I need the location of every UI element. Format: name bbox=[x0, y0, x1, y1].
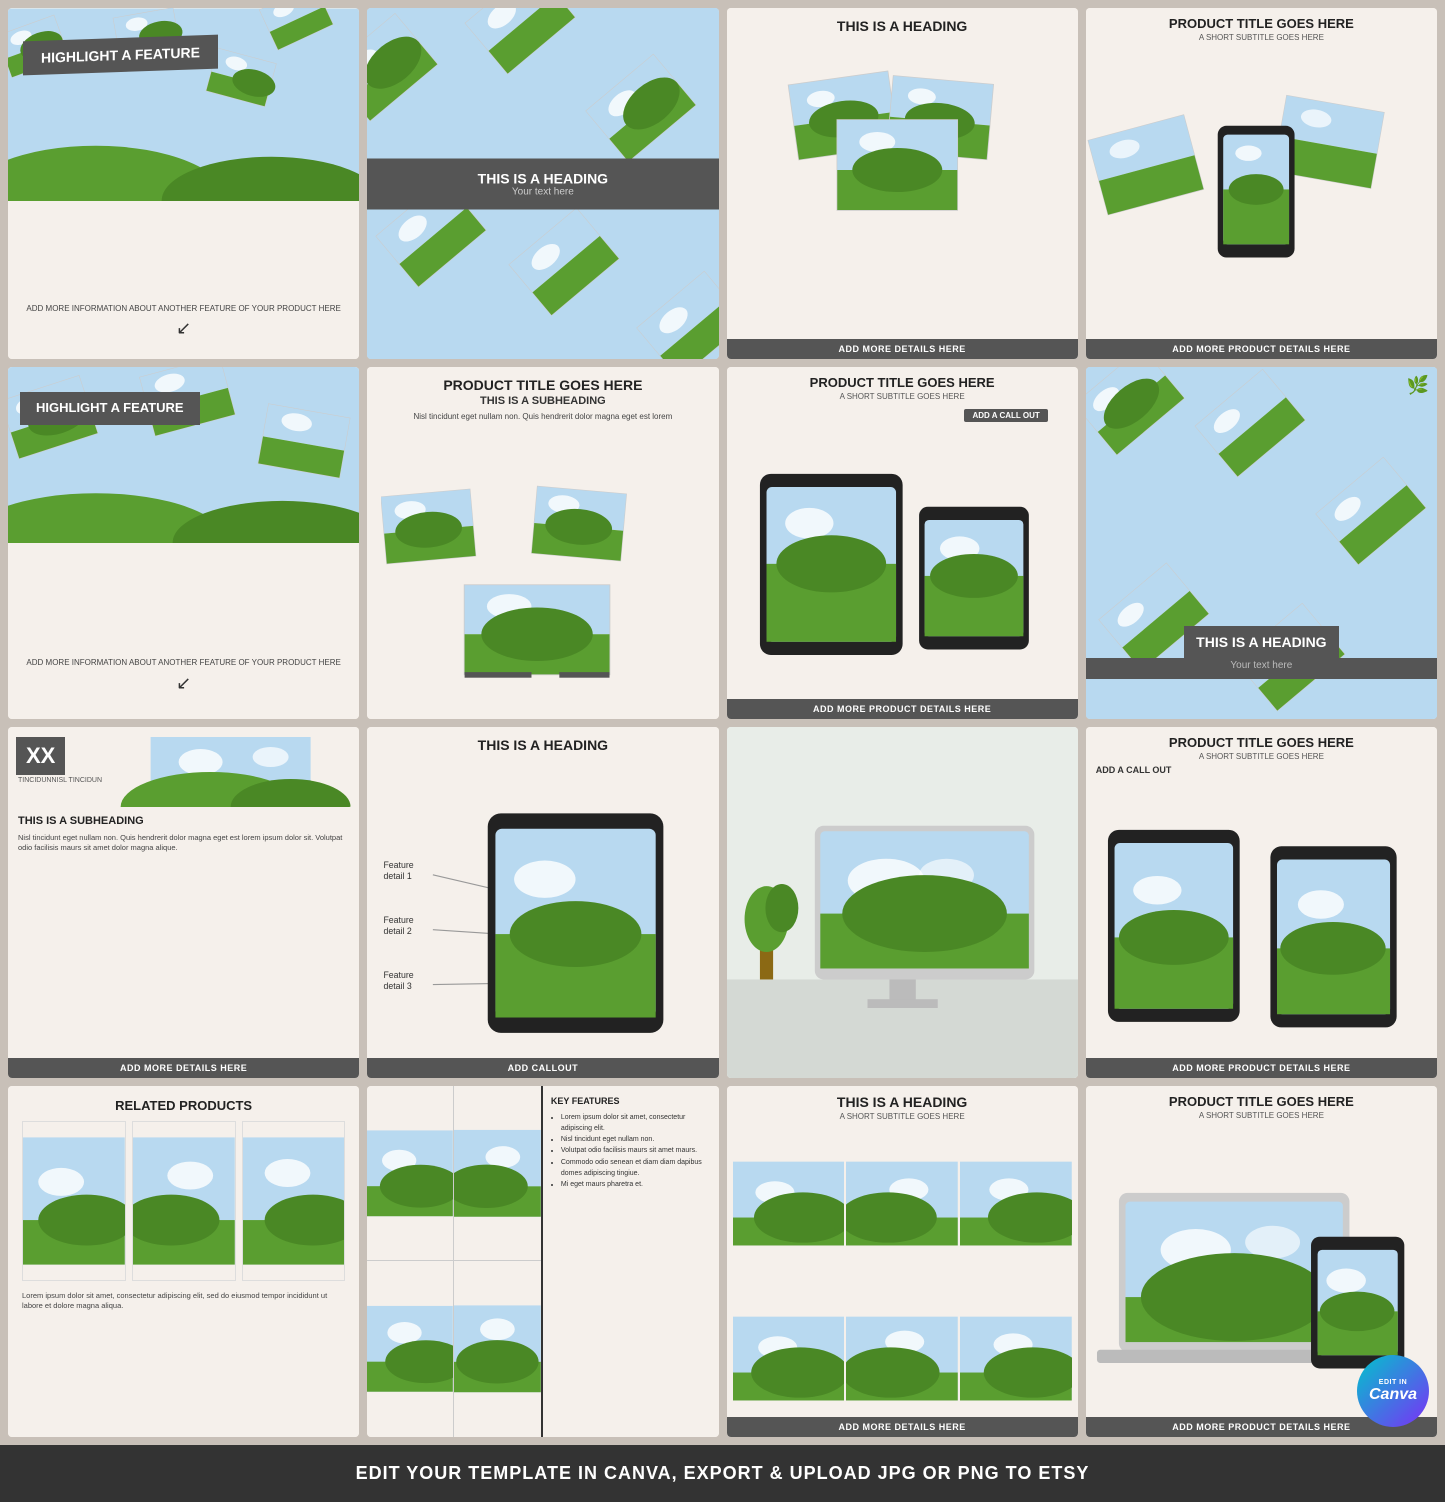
svg-text:detail 3: detail 3 bbox=[384, 980, 412, 990]
card15-footer: ADD MORE DETAILS HERE bbox=[727, 1417, 1078, 1437]
card12-svg bbox=[1086, 779, 1437, 1078]
card15-img3 bbox=[960, 1127, 1072, 1280]
card4-title: PRODUCT TITLE GOES HERE bbox=[1086, 8, 1437, 33]
card16-title: PRODUCT TITLE GOES HERE bbox=[1086, 1086, 1437, 1111]
card13-img3 bbox=[243, 1122, 345, 1280]
card-monitor-scene bbox=[727, 727, 1078, 1078]
card2-heading: THIS IS A HEADING bbox=[367, 170, 718, 186]
canva-brand-label: Canva bbox=[1369, 1386, 1417, 1404]
card-heading-details: THIS IS A HEADING bbox=[727, 8, 1078, 359]
card-key-features: KEY FEATURES Lorem ipsum dolor sit amet,… bbox=[367, 1086, 718, 1437]
card9-landscape-svg bbox=[110, 737, 351, 807]
card12-title: PRODUCT TITLE GOES HERE bbox=[1086, 727, 1437, 752]
card-related-products: RELATED PRODUCTS bbox=[8, 1086, 359, 1437]
svg-text:detail 1: detail 1 bbox=[384, 871, 412, 881]
card8-heading: THIS IS A HEADING bbox=[1184, 626, 1338, 658]
footer-text: EDIT YOUR TEMPLATE IN CANVA, EXPORT & UP… bbox=[356, 1463, 1090, 1483]
card15-img4 bbox=[733, 1282, 845, 1435]
card14-img4 bbox=[454, 1261, 541, 1437]
card14-img2 bbox=[454, 1086, 541, 1261]
bottom-footer: EDIT YOUR TEMPLATE IN CANVA, EXPORT & UP… bbox=[0, 1445, 1445, 1502]
card6-body: Nisl tincidunt eget nullam non. Quis hen… bbox=[381, 411, 704, 422]
card13-body: Lorem ipsum dolor sit amet, consectetur … bbox=[22, 1291, 345, 1322]
card14-img1 bbox=[367, 1086, 453, 1261]
card9-xx-sub: TINCIDUNNISL TINCIDUN bbox=[16, 777, 102, 784]
card13-img1 bbox=[23, 1122, 125, 1280]
card16-subtitle: A SHORT SUBTITLE GOES HERE bbox=[1086, 1111, 1437, 1124]
card5-arrow: ↙ bbox=[20, 673, 347, 694]
card-heading-gallery: THIS IS A HEADING A SHORT SUBTITLE GOES … bbox=[727, 1086, 1078, 1437]
card-product-phone: PRODUCT TITLE GOES HERE A SHORT SUBTITLE… bbox=[1086, 8, 1437, 359]
card9-heading: THIS IS A SUBHEADING bbox=[8, 811, 359, 831]
card9-body: Nisl tincidunt eget nullam non. Quis hen… bbox=[8, 831, 359, 1078]
card-scattered-heading-2: THIS IS A HEADING Your text here 🌿 bbox=[1086, 367, 1437, 718]
card-feature-detail-tablet: THIS IS A HEADING Feature detail 1 Featu… bbox=[367, 727, 718, 1078]
highlight-banner-1: HIGHLIGHT A FEATURE bbox=[23, 35, 218, 76]
canva-badge: EDIT IN Canva bbox=[1357, 1355, 1429, 1427]
card12-footer: ADD MORE PRODUCT DETAILS HERE bbox=[1086, 1058, 1437, 1078]
card7-subtitle: A SHORT SUBTITLE GOES HERE bbox=[727, 392, 1078, 405]
main-container: HIGHLIGHT A FEATURE ADD MORE INFORMATION… bbox=[0, 0, 1445, 1502]
canva-edit-label: EDIT IN bbox=[1379, 1379, 1407, 1386]
card6-svg bbox=[381, 430, 704, 718]
card8-leaf-icon: 🌿 bbox=[1407, 375, 1429, 396]
card-product-stacked: PRODUCT TITLE GOES HERE THIS IS A SUBHEA… bbox=[367, 367, 718, 718]
card9-xx: XX bbox=[16, 737, 65, 775]
card14-title: KEY FEATURES bbox=[551, 1096, 711, 1106]
svg-text:Feature: Feature bbox=[384, 860, 414, 870]
card3-footer: ADD MORE DETAILS HERE bbox=[727, 339, 1078, 359]
card-highlight-feature-1: HIGHLIGHT A FEATURE ADD MORE INFORMATION… bbox=[8, 8, 359, 359]
card7-svg bbox=[727, 427, 1078, 718]
card7-title: PRODUCT TITLE GOES HERE bbox=[727, 367, 1078, 392]
card13-img2 bbox=[133, 1122, 235, 1280]
svg-text:Feature: Feature bbox=[384, 969, 414, 979]
card9-footer: ADD MORE DETAILS HERE bbox=[8, 1058, 359, 1078]
card1-body: ADD MORE INFORMATION ABOUT ANOTHER FEATU… bbox=[18, 303, 349, 314]
card7-footer: ADD MORE PRODUCT DETAILS HERE bbox=[727, 699, 1078, 719]
card12-callout: ADD A CALL OUT bbox=[1086, 763, 1437, 779]
card10-svg: Feature detail 1 Feature detail 2 Featur… bbox=[367, 757, 718, 1078]
card-grid: HIGHLIGHT A FEATURE ADD MORE INFORMATION… bbox=[0, 0, 1445, 1445]
card1-arrow: ↙ bbox=[18, 318, 349, 339]
card4-footer: ADD MORE PRODUCT DETAILS HERE bbox=[1086, 339, 1437, 359]
card14-features-list: Lorem ipsum dolor sit amet, consectetur … bbox=[551, 1112, 711, 1190]
svg-text:Feature: Feature bbox=[384, 915, 414, 925]
card-product-devices: PRODUCT TITLE GOES HERE A SHORT SUBTITLE… bbox=[727, 367, 1078, 718]
card-highlight-feature-2: HIGHLIGHT A FEATURE ADD MORE INFORMATION… bbox=[8, 367, 359, 718]
card7-callout: ADD A CALL OUT bbox=[964, 409, 1047, 422]
card15-heading: THIS IS A HEADING bbox=[727, 1086, 1078, 1112]
card15-img6 bbox=[960, 1282, 1072, 1435]
card10-footer: ADD CALLOUT bbox=[367, 1058, 718, 1078]
card3-heading: THIS IS A HEADING bbox=[837, 8, 967, 40]
card8-subheading: Your text here bbox=[1086, 658, 1437, 679]
card2-subheading: Your text here bbox=[367, 186, 718, 197]
card15-subtitle: A SHORT SUBTITLE GOES HERE bbox=[727, 1112, 1078, 1127]
card6-subheading: THIS IS A SUBHEADING bbox=[381, 395, 704, 407]
card13-heading: RELATED PRODUCTS bbox=[22, 1098, 345, 1113]
card15-img2 bbox=[846, 1127, 958, 1280]
svg-text:detail 2: detail 2 bbox=[384, 926, 412, 936]
card12-subtitle: A SHORT SUBTITLE GOES HERE bbox=[1086, 752, 1437, 763]
card5-banner: HIGHLIGHT A FEATURE bbox=[20, 392, 200, 425]
card4-subtitle: A SHORT SUBTITLE GOES HERE bbox=[1086, 33, 1437, 46]
card11-svg bbox=[727, 727, 1078, 1078]
card15-img5 bbox=[846, 1282, 958, 1435]
card-xx-subheading: XX TINCIDUNNISL TINCIDUN T bbox=[8, 727, 359, 1078]
card15-img1 bbox=[733, 1127, 845, 1280]
card14-img3 bbox=[367, 1261, 453, 1437]
card4-svg bbox=[1086, 46, 1437, 359]
card5-body: ADD MORE INFORMATION ABOUT ANOTHER FEATU… bbox=[20, 657, 347, 668]
card3-stacked-svg bbox=[753, 40, 1052, 240]
card-scattered-heading-1: THIS IS A HEADING Your text here bbox=[367, 8, 718, 359]
card-product-laptop-canva: PRODUCT TITLE GOES HERE A SHORT SUBTITLE… bbox=[1086, 1086, 1437, 1437]
card6-title: PRODUCT TITLE GOES HERE bbox=[381, 377, 704, 393]
card-product-two-tablets: PRODUCT TITLE GOES HERE A SHORT SUBTITLE… bbox=[1086, 727, 1437, 1078]
card10-heading: THIS IS A HEADING bbox=[367, 727, 718, 757]
